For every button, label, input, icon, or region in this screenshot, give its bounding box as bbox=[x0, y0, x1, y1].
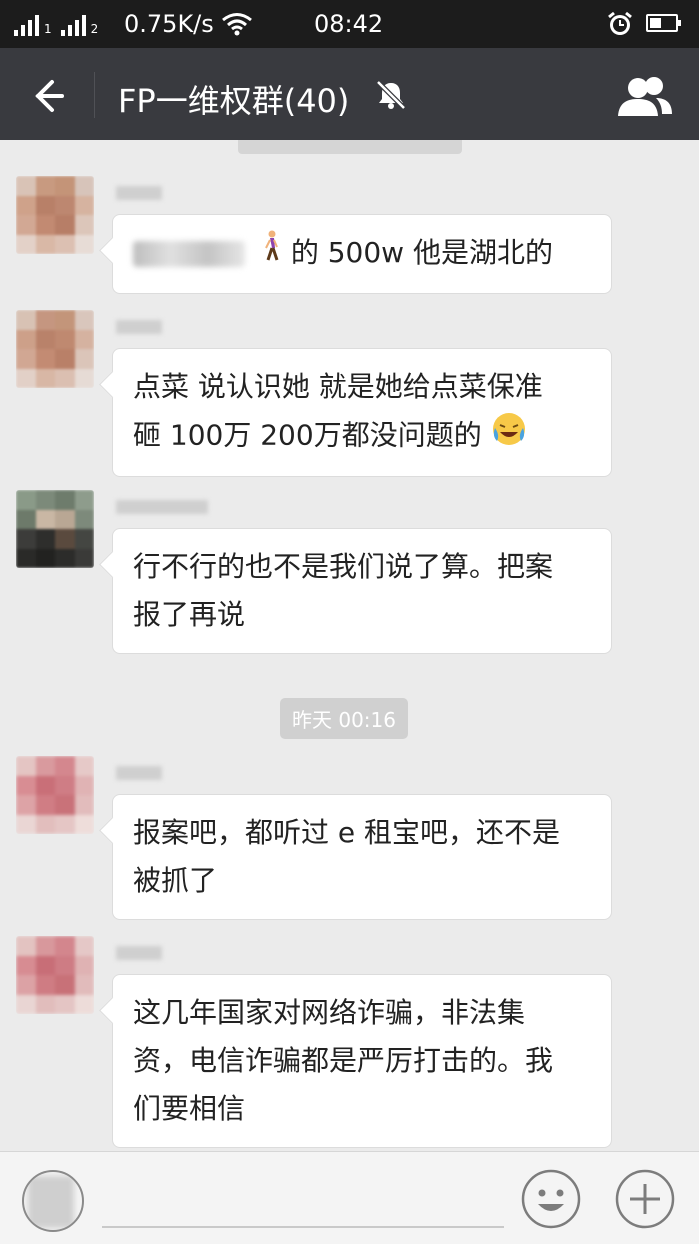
message-text-line: 行不行的也不是我们说了算。把案 bbox=[133, 550, 554, 583]
avatar[interactable] bbox=[16, 756, 94, 834]
status-bar: 1 2 0.75K/s 08:42 bbox=[0, 0, 699, 48]
sender-name bbox=[116, 186, 162, 200]
timestamp-partial bbox=[238, 140, 462, 154]
sender-name bbox=[116, 766, 162, 780]
alarm-icon bbox=[606, 11, 634, 41]
message-text-line: 们要相信 bbox=[133, 1092, 246, 1125]
message-bubble[interactable]: 行不行的也不是我们说了算。把案 报了再说 bbox=[112, 528, 612, 654]
timestamp-divider: 昨天 00:16 bbox=[280, 698, 408, 739]
voice-toggle-icon bbox=[28, 1176, 74, 1228]
group-members-icon bbox=[618, 77, 672, 116]
chat-title: FP一维权群(40) bbox=[118, 82, 350, 120]
battery-icon bbox=[646, 14, 681, 32]
message-text-line: 这几年国家对网络诈骗，非法集 bbox=[133, 996, 526, 1029]
message-text-line: 资，电信诈骗都是严厉打击的。我 bbox=[133, 1044, 554, 1077]
avatar[interactable] bbox=[16, 176, 94, 254]
input-bar bbox=[0, 1151, 699, 1244]
avatar[interactable] bbox=[16, 310, 94, 388]
avatar[interactable] bbox=[16, 936, 94, 1014]
message-bubble[interactable]: 报案吧，都听过 e 租宝吧，还不是 被抓了 bbox=[112, 794, 612, 920]
sender-name bbox=[116, 500, 208, 514]
message-text-line: 点菜 说认识她 就是她给点菜保准 bbox=[133, 370, 543, 403]
arrow-left-icon bbox=[35, 80, 64, 112]
sender-name bbox=[116, 946, 162, 960]
emoji-icon bbox=[521, 1169, 581, 1229]
message-bubble[interactable]: 这几年国家对网络诈骗，非法集 资，电信诈骗都是严厉打击的。我 们要相信 bbox=[112, 974, 612, 1148]
emoji-button[interactable] bbox=[520, 1168, 582, 1230]
sim2-label: 2 bbox=[90, 22, 99, 36]
sender-name bbox=[116, 320, 162, 334]
message-bubble[interactable]: 点菜 说认识她 就是她给点菜保准 砸 100万 200万都没问题的 bbox=[112, 348, 612, 477]
back-button[interactable] bbox=[22, 72, 70, 120]
header-divider bbox=[94, 72, 95, 118]
wifi-icon bbox=[222, 12, 252, 40]
voice-toggle-button[interactable] bbox=[22, 1170, 84, 1232]
clock: 08:42 bbox=[314, 10, 384, 38]
network-speed: 0.75K/s bbox=[124, 10, 214, 38]
person-walking-icon bbox=[260, 230, 282, 279]
message-bubble[interactable]: 的 500w 他是湖北的 bbox=[112, 214, 612, 294]
message-text-line: 砸 100万 200万都没问题的 bbox=[133, 418, 482, 452]
message-text: 的 500w 他是湖北的 bbox=[290, 236, 553, 269]
bell-off-icon bbox=[374, 78, 408, 116]
avatar[interactable] bbox=[16, 490, 94, 568]
plus-icon bbox=[615, 1169, 675, 1229]
sim1-label: 1 bbox=[44, 22, 52, 36]
crying-laughing-icon bbox=[491, 411, 527, 462]
message-input[interactable] bbox=[102, 1226, 504, 1228]
redacted-text bbox=[133, 241, 245, 267]
message-text-line: 被抓了 bbox=[133, 864, 218, 897]
signal-indicators: 1 2 bbox=[14, 12, 104, 36]
group-info-button[interactable] bbox=[616, 74, 674, 118]
more-options-button[interactable] bbox=[614, 1168, 676, 1230]
message-text-line: 报了再说 bbox=[133, 598, 246, 631]
chat-header: FP一维权群(40) bbox=[0, 48, 699, 140]
message-text-line: 报案吧，都听过 e 租宝吧，还不是 bbox=[133, 816, 561, 849]
